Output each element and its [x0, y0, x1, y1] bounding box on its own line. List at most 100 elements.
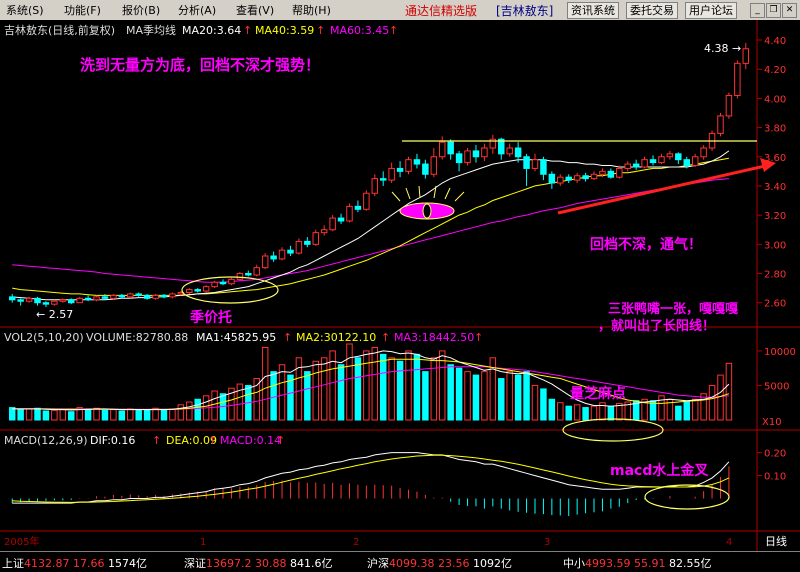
volume-bar [363, 350, 370, 421]
volume-bar [42, 410, 50, 421]
volume-bar [498, 378, 505, 421]
forum-button[interactable]: 用户论坛 [685, 2, 737, 19]
trade-button[interactable]: 委托交易 [626, 2, 678, 19]
candle-body [59, 299, 67, 302]
macd-dif: DIF:0.16 [90, 434, 135, 447]
volume-bar [548, 398, 556, 421]
candle [346, 203, 353, 223]
candle-body [405, 159, 412, 172]
candle [405, 156, 412, 175]
candle-body [396, 167, 404, 172]
candle-body [219, 281, 227, 285]
menu-quote[interactable]: 报价(B) [122, 2, 160, 18]
menu-analysis[interactable]: 分析(A) [178, 2, 216, 18]
volume-bar [481, 371, 488, 421]
volume-bar [346, 343, 353, 421]
ma40-arrow: ↑ [316, 24, 325, 37]
volume-bar [540, 388, 547, 421]
candle-body [287, 249, 294, 254]
price-tick-label: 3.00 [764, 240, 786, 251]
price-tick-label: 3.80 [764, 124, 786, 135]
candle-body [25, 297, 33, 302]
volume-bar [59, 409, 67, 421]
volume-bar [590, 405, 598, 421]
price-tick-label: 2.80 [764, 270, 786, 281]
restore-icon[interactable]: ❐ [766, 3, 781, 18]
annotation-three-line-2: ，就叫出了长阳线！ [598, 318, 715, 334]
candle-body [211, 281, 218, 288]
candle [363, 190, 370, 211]
menu-view[interactable]: 查看(V) [236, 2, 274, 18]
vol-volume: VOLUME:82780.88 [86, 331, 188, 344]
candle-body [649, 159, 657, 164]
macd-tick-label: 0.20 [764, 449, 786, 460]
volume-bar [320, 357, 328, 421]
volume-bar [388, 357, 395, 421]
volume-bar [51, 409, 58, 421]
close-icon[interactable]: ✕ [782, 3, 797, 18]
volume-bar [557, 402, 564, 421]
ma60-value: MA60:3.45 [330, 24, 389, 37]
volume-bar [717, 374, 724, 421]
status-item[interactable]: 深证13697.2 30.88 841.6亿 [184, 555, 333, 571]
volume-bar [261, 346, 269, 421]
candle [236, 272, 244, 281]
macd-dea-arrow: ↑ [208, 434, 217, 447]
volume-tick-label: 10000 [764, 347, 796, 358]
ma60-arrow: ↑ [389, 24, 398, 37]
candle-body [371, 178, 379, 194]
candle-body [337, 217, 345, 222]
candle-body [616, 167, 623, 178]
candle-body [624, 163, 631, 169]
volume-bar [506, 371, 513, 421]
menu-function[interactable]: 功能(F) [64, 2, 101, 18]
status-item[interactable]: 沪深4099.38 23.56 1092亿 [367, 555, 512, 571]
volume-bar [447, 364, 454, 421]
volume-bar [287, 374, 294, 421]
volume-bar [135, 409, 142, 421]
volume-bar [177, 404, 185, 421]
volume-bar [186, 401, 193, 421]
price-tick-label: 3.20 [764, 211, 786, 222]
volume-bar [691, 398, 699, 421]
candle-body [447, 141, 454, 155]
volume-bar [304, 371, 311, 421]
volume-bar [337, 364, 345, 421]
candle-body [430, 156, 438, 175]
vol-ma3-arrow: ↑ [474, 331, 483, 344]
vol-ma3: MA3:18442.50 [394, 331, 474, 344]
candle-body [565, 176, 572, 181]
menu-help[interactable]: 帮助(H) [292, 2, 331, 18]
volume-bar [565, 405, 572, 421]
ma20-arrow: ↑ [243, 24, 252, 37]
candle-body [675, 153, 682, 161]
menu-system[interactable]: 系统(S) [6, 2, 44, 18]
volume-bar [160, 409, 168, 421]
vol-ma2: MA2:30122.10 [296, 331, 376, 344]
candle-body [548, 173, 556, 184]
candle [211, 280, 218, 289]
macd-label: MACD(12,26,9) [4, 434, 88, 447]
stock-code: [吉林敖东] [496, 4, 554, 18]
volume-bar [413, 353, 421, 421]
volume-bar [93, 407, 100, 421]
high-price-label: 4.38 → [704, 42, 741, 55]
ma20-value: MA20:3.64 [182, 24, 241, 37]
volume-bar [472, 374, 480, 421]
annotation-pullback: 回档不深，通气！ [590, 236, 702, 253]
stock-chart[interactable]: 吉林敖东(日线,前复权) MA季均线 MA20:3.64 ↑ MA40:3.59… [0, 20, 800, 551]
price-tick-label: 4.00 [764, 94, 786, 105]
candle-body [84, 297, 92, 301]
candle-body [261, 255, 269, 269]
status-item[interactable]: 中小4993.59 55.91 82.55亿 [563, 555, 712, 571]
volume-unit: X10 [762, 417, 782, 428]
status-item[interactable]: 上证4132.87 17.66 1574亿 [2, 555, 147, 571]
price-tick-label: 3.40 [764, 182, 786, 193]
period-label[interactable]: 日线 [765, 534, 787, 548]
volume-bar [396, 360, 404, 421]
minimize-icon[interactable]: _ [750, 3, 765, 18]
info-system-button[interactable]: 资讯系统 [567, 2, 619, 19]
candle-body [557, 176, 564, 184]
volume-bar [110, 409, 117, 421]
price-title: 吉林敖东(日线,前复权) [4, 23, 115, 37]
